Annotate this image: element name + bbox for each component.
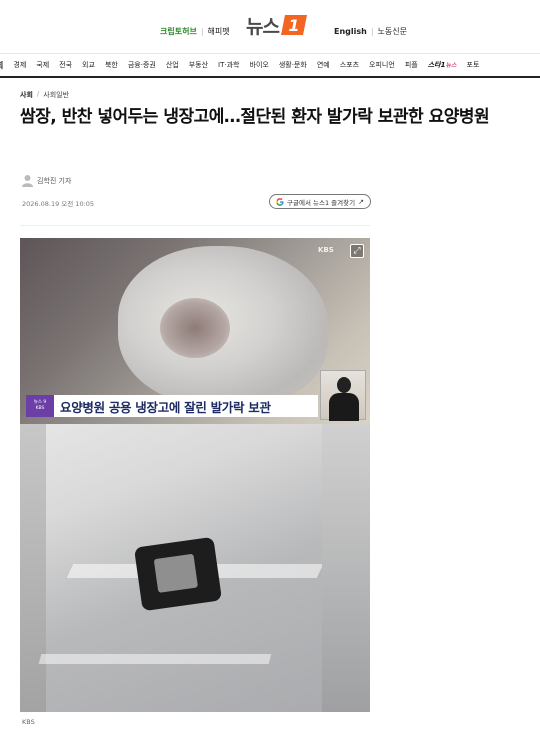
logo-badge-icon: 1 (280, 15, 307, 35)
container-label (153, 553, 199, 593)
google-favorite-button[interactable]: 구글에서 뉴스1 즐겨찾기 ↗ (269, 194, 371, 209)
nav-item-photo[interactable]: 포토 (462, 60, 485, 70)
author-avatar-icon (22, 175, 33, 187)
video-caption-bar: 뉴스 9 KBS 요양병원 공용 냉장고에 잘린 발가락 보관 (26, 395, 318, 417)
byline: 김학진 기자 (22, 174, 71, 187)
photo-bottom-frame (20, 424, 370, 712)
nav-item-opinion[interactable]: 오피니언 (364, 60, 400, 70)
breadcrumb-subsection[interactable]: 사회일반 (43, 90, 69, 100)
interpreter-head (337, 377, 351, 393)
divider (20, 225, 370, 226)
news9-logo-line2: KBS (35, 406, 45, 411)
nav-item-star1[interactable]: 스타1뉴스 (423, 60, 462, 70)
nav-item-northkorea[interactable]: 북한 (100, 60, 123, 70)
nav-item-economy[interactable]: 경제 (8, 60, 31, 70)
sign-language-interpreter (320, 370, 366, 421)
top-right-links: English | 노동신문 (334, 26, 407, 37)
publish-date: 2026.08.19 오전 10:05 (22, 200, 95, 208)
happypet-link[interactable]: 해피펫 (208, 26, 230, 37)
article-photo[interactable]: KBS ⤢ 뉴스 9 KBS 요양병원 공용 냉장고에 잘린 발가락 보관 (20, 238, 370, 712)
nav-item-diplomacy[interactable]: 외교 (77, 60, 100, 70)
rodong-link[interactable]: 노동신문 (378, 26, 407, 37)
nav-item-people[interactable]: 피플 (400, 60, 423, 70)
separator: | (200, 27, 204, 36)
fridge-edge (20, 424, 46, 712)
nav-item-realestate[interactable]: 부동산 (184, 60, 213, 70)
nav-item-bio[interactable]: 바이오 (245, 60, 274, 70)
logo-number: 1 (288, 16, 299, 35)
photo-top-frame: KBS ⤢ 뉴스 9 KBS 요양병원 공용 냉장고에 잘린 발가락 보관 (20, 238, 370, 424)
separator: | (370, 27, 374, 36)
english-link[interactable]: English (334, 27, 367, 36)
nav-item-society[interactable]: 회 (0, 60, 8, 71)
kbs-watermark: KBS (318, 246, 334, 254)
nav-item-industry[interactable]: 산업 (161, 60, 184, 70)
video-caption-text: 요양병원 공용 냉장고에 잘린 발가락 보관 (60, 399, 271, 415)
top-left-links: 크립토허브 | 해피펫 (160, 26, 230, 37)
breadcrumb: 사회 / 사회일반 (20, 90, 69, 100)
fullscreen-icon[interactable]: ⤢ (350, 244, 364, 258)
separator: / (36, 90, 40, 98)
fridge-wall (322, 424, 370, 712)
site-logo[interactable]: 뉴스 1 (246, 12, 309, 38)
fridge-shelf (38, 654, 272, 664)
breadcrumb-section[interactable]: 사회 (20, 90, 33, 100)
star1-suffix: 뉴스 (445, 62, 457, 69)
logo-text: 뉴스 (246, 15, 280, 38)
google-icon (276, 197, 284, 206)
nav-item-sports[interactable]: 스포츠 (335, 60, 364, 70)
crypto-hub-link[interactable]: 크립토허브 (160, 26, 197, 37)
nav-item-it-science[interactable]: IT·과학 (213, 60, 244, 70)
article-title: 쌈장, 반찬 넣어두는 냉장고에…절단된 환자 발가락 보관한 요양병원 (20, 107, 490, 127)
nav-item-finance[interactable]: 금융·증권 (123, 60, 161, 70)
top-header: 크립토허브 | 해피펫 뉴스 1 English | 노동신문 (0, 0, 540, 54)
nav-item-world[interactable]: 국제 (31, 60, 54, 70)
nav-item-entertainment[interactable]: 연예 (312, 60, 335, 70)
news9-logo: 뉴스 9 KBS (26, 395, 54, 417)
interpreter-body (329, 393, 359, 421)
bag-content (160, 298, 230, 358)
nav-item-nation[interactable]: 전국 (54, 60, 77, 70)
google-button-label: 구글에서 뉴스1 즐겨찾기 (287, 198, 356, 207)
author-name[interactable]: 김학진 기자 (37, 176, 71, 186)
nav-item-life-culture[interactable]: 생활·문화 (274, 60, 312, 70)
external-arrow-icon: ↗ (358, 197, 364, 206)
black-container (133, 536, 223, 612)
star1-label: 스타1 (427, 61, 446, 69)
photo-credit: KBS (22, 718, 35, 726)
main-nav: 회 경제 국제 전국 외교 북한 금융·증권 산업 부동산 IT·과학 바이오 … (0, 54, 540, 78)
